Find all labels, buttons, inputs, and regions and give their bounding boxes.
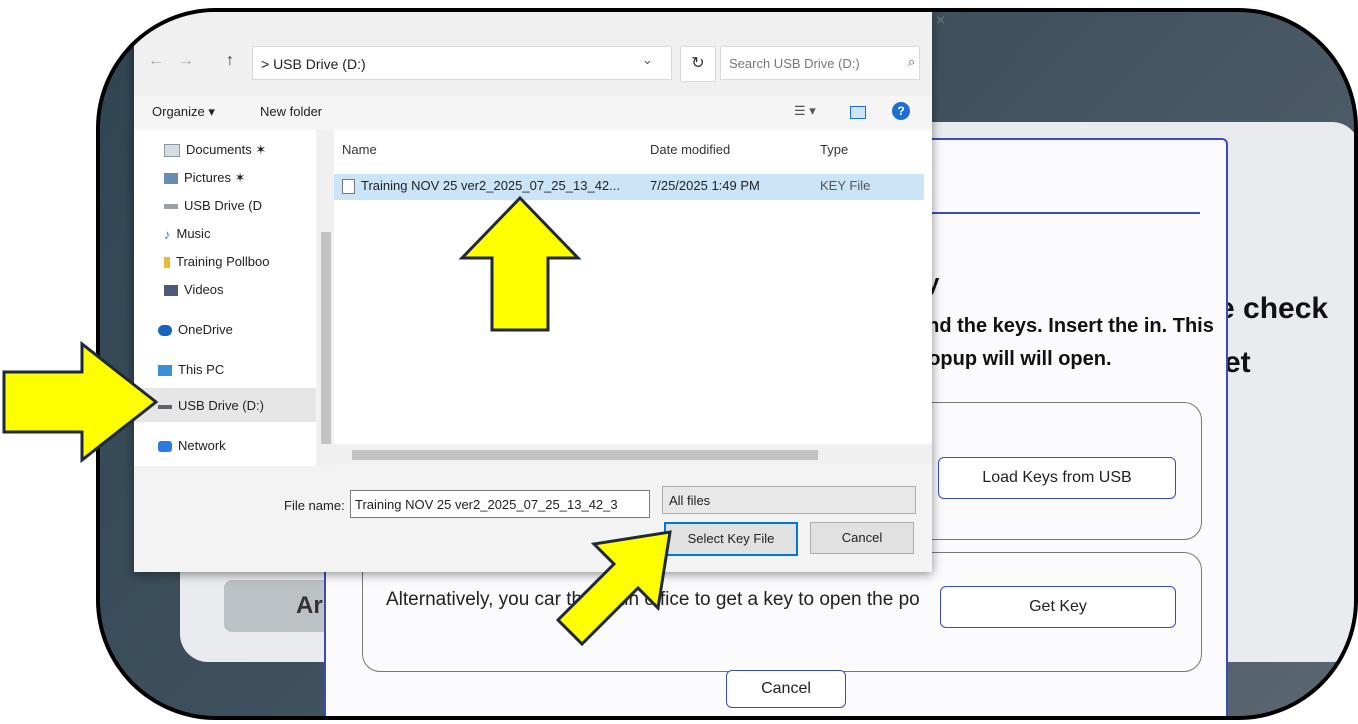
column-header-date[interactable]: Date modified — [650, 142, 730, 157]
dialog-cancel-button[interactable]: Cancel — [810, 522, 914, 554]
pictures-icon — [164, 173, 178, 185]
usb-drive-icon — [158, 404, 172, 409]
sidebar-item-documents[interactable]: Documents ✶ — [164, 142, 266, 158]
sidebar-item-usb-pinned[interactable]: USB Drive (D — [164, 198, 262, 213]
select-key-file-button[interactable]: Select Key File — [664, 522, 798, 556]
get-key-button[interactable]: Get Key — [940, 586, 1176, 628]
chevron-down-icon[interactable]: ⌄ — [642, 52, 653, 68]
music-icon: ♪ — [164, 227, 171, 243]
folder-icon — [164, 257, 170, 269]
file-type-cell: KEY File — [820, 178, 871, 193]
help-icon[interactable]: ? — [892, 102, 910, 120]
cloud-icon — [158, 325, 172, 337]
popup-cancel-button[interactable]: Cancel — [726, 670, 846, 708]
new-folder-button[interactable]: New folder — [260, 104, 322, 119]
annotation-arrow-up — [458, 195, 582, 332]
sidebar-item-videos[interactable]: Videos — [164, 282, 224, 297]
file-name-input[interactable]: Training NOV 25 ver2_2025_07_25_13_42_3 — [350, 490, 650, 518]
column-header-type[interactable]: Type — [820, 142, 848, 157]
file-date-cell: 7/25/2025 1:49 PM — [650, 178, 760, 193]
file-name-cell[interactable]: Training NOV 25 ver2_2025_07_25_13_42... — [342, 178, 620, 195]
sidebar-item-network[interactable]: Network — [158, 438, 226, 453]
dialog-toolbar: Organize ▾ New folder ☰ ▾ ? — [134, 96, 932, 131]
photo-frame: e check et Ar y end the keys. Insert the… — [96, 8, 1358, 720]
sidebar-item-training-folder[interactable]: Training Pollboo — [164, 254, 269, 269]
preview-pane-icon[interactable] — [850, 106, 866, 119]
usb-drive-icon — [164, 204, 178, 210]
annotation-arrow-diagonal — [555, 530, 672, 647]
file-type-filter[interactable]: All files — [662, 486, 916, 514]
monitor-screen: e check et Ar y end the keys. Insert the… — [100, 12, 1354, 716]
close-icon[interactable]: × — [936, 12, 945, 30]
up-arrow-icon[interactable]: ↑ — [226, 52, 234, 70]
video-icon — [164, 285, 178, 297]
background-text: e check — [1218, 292, 1329, 325]
annotation-arrow-right — [2, 340, 159, 464]
header-divider — [910, 212, 1200, 214]
address-path[interactable]: > USB Drive (D:) — [252, 46, 672, 80]
background-text: et — [1224, 346, 1251, 379]
navigation-pane: Documents ✶ Pictures ✶ USB Drive (D ♪ Mus… — [134, 130, 316, 466]
computer-icon — [158, 365, 172, 377]
load-keys-from-usb-button[interactable]: Load Keys from USB — [938, 457, 1176, 499]
popup-instructions: end the keys. Insert the in. This popup … — [916, 315, 1214, 370]
search-input[interactable]: Search USB Drive (D:) — [720, 46, 920, 80]
back-arrow-icon[interactable]: ← — [148, 52, 164, 70]
file-icon — [342, 179, 355, 195]
sidebar-item-music[interactable]: ♪ Music — [164, 226, 210, 242]
forward-arrow-icon[interactable]: → — [178, 52, 194, 70]
network-icon — [158, 441, 172, 453]
dialog-footer — [134, 466, 932, 572]
refresh-icon[interactable]: ↻ — [680, 46, 716, 82]
sidebar-item-usb-drive[interactable]: USB Drive (D:) — [158, 398, 264, 413]
organize-menu[interactable]: Organize ▾ — [152, 104, 215, 120]
scrollbar-thumb[interactable] — [321, 232, 331, 444]
search-icon[interactable]: ⌕ — [908, 54, 915, 70]
sidebar-item-onedrive[interactable]: OneDrive — [158, 322, 233, 337]
document-icon — [164, 144, 180, 158]
column-header-name[interactable]: Name — [342, 142, 377, 157]
view-options-icon[interactable]: ☰ ▾ — [794, 103, 816, 119]
address-text: > USB Drive (D:) — [261, 56, 366, 72]
sidebar-item-this-pc[interactable]: This PC — [158, 362, 224, 377]
file-name-label: File name: — [284, 498, 345, 513]
horizontal-scrollbar-thumb[interactable] — [352, 450, 818, 460]
file-list: Name Date modified Type Training NOV 25 … — [334, 130, 932, 444]
sidebar-item-pictures[interactable]: Pictures ✶ — [164, 170, 245, 186]
